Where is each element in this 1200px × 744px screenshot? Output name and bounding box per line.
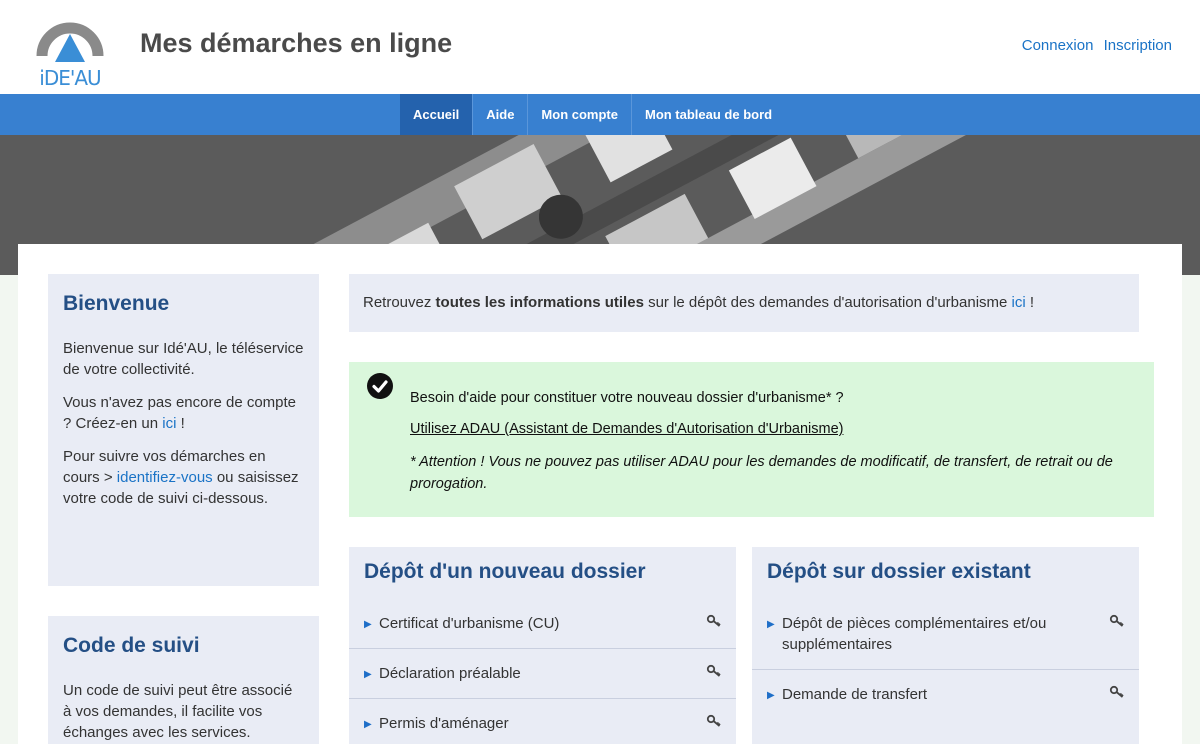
triangle-right-icon: ▶ xyxy=(364,719,372,730)
info-bold: toutes les informations utiles xyxy=(435,294,644,311)
check-circle-icon xyxy=(367,373,393,399)
identify-link[interactable]: identifiez-vous xyxy=(117,469,213,486)
register-link[interactable]: Inscription xyxy=(1104,37,1172,54)
nav-tableau-de-bord[interactable]: Mon tableau de bord xyxy=(632,94,785,135)
existing-file-item-pieces[interactable]: ▶ Dépôt de pièces complémentaires et/ou … xyxy=(752,599,1139,669)
new-file-item-dp[interactable]: ▶ Déclaration préalable xyxy=(349,648,736,698)
help-note: * Attention ! Vous ne pouvez pas utilise… xyxy=(410,454,1113,492)
triangle-right-icon: ▶ xyxy=(767,619,775,630)
welcome-text: Bienvenue sur Idé'AU, le téléservice de … xyxy=(63,340,304,378)
welcome-title: Bienvenue xyxy=(63,292,170,315)
new-file-card: Dépôt d'un nouveau dossier ▶ Certificat … xyxy=(349,547,736,744)
key-icon xyxy=(1109,685,1124,698)
logo-text: iDE'AU xyxy=(39,66,101,90)
login-link[interactable]: Connexion xyxy=(1022,37,1094,54)
existing-file-card: Dépôt sur dossier existant ▶ Dépôt de pi… xyxy=(752,547,1139,744)
new-file-title: Dépôt d'un nouveau dossier xyxy=(364,560,646,583)
key-icon xyxy=(1109,614,1124,627)
help-box: Besoin d'aide pour constituer votre nouv… xyxy=(349,362,1154,517)
create-account-link[interactable]: ici xyxy=(162,415,176,432)
new-file-item-cu[interactable]: ▶ Certificat d'urbanisme (CU) xyxy=(349,599,736,648)
nav-aide[interactable]: Aide xyxy=(473,94,529,135)
adau-link[interactable]: Utilisez ADAU (Assistant de Demandes d'A… xyxy=(410,421,843,437)
welcome-box: Bienvenue Bienvenue sur Idé'AU, le télés… xyxy=(48,274,319,586)
tracking-code-text: Un code de suivi peut être associé à vos… xyxy=(63,682,293,741)
triangle-right-icon: ▶ xyxy=(364,669,372,680)
key-icon xyxy=(706,664,721,677)
info-link[interactable]: ici xyxy=(1012,294,1026,311)
key-icon xyxy=(706,614,721,627)
triangle-right-icon: ▶ xyxy=(767,690,775,701)
new-file-item-pa[interactable]: ▶ Permis d'aménager xyxy=(349,698,736,744)
auth-links: Connexion Inscription xyxy=(1016,37,1172,54)
existing-file-item-transfer[interactable]: ▶ Demande de transfert xyxy=(752,669,1139,719)
help-question: Besoin d'aide pour constituer votre nouv… xyxy=(410,390,844,406)
key-icon xyxy=(706,714,721,727)
follow-text: Pour suivre vos démarches en cours > ide… xyxy=(63,448,299,507)
info-banner: Retrouvez toutes les informations utiles… xyxy=(349,274,1139,332)
nav-mon-compte[interactable]: Mon compte xyxy=(528,94,632,135)
existing-file-title: Dépôt sur dossier existant xyxy=(767,560,1031,583)
ideau-logo[interactable]: iDE'AU xyxy=(30,4,110,90)
nav-accueil[interactable]: Accueil xyxy=(400,94,474,135)
tracking-code-box: Code de suivi Un code de suivi peut être… xyxy=(48,616,319,744)
page-title: Mes démarches en ligne xyxy=(140,28,453,58)
triangle-right-icon: ▶ xyxy=(364,619,372,630)
site-header: iDE'AU Mes démarches en ligne Connexion … xyxy=(0,0,1200,94)
tracking-code-title: Code de suivi xyxy=(63,634,200,657)
logo-icon xyxy=(36,22,104,62)
main-navbar: Accueil Aide Mon compte Mon tableau de b… xyxy=(0,94,1200,135)
create-account-text: Vous n'avez pas encore de compte ? Créez… xyxy=(63,394,297,432)
